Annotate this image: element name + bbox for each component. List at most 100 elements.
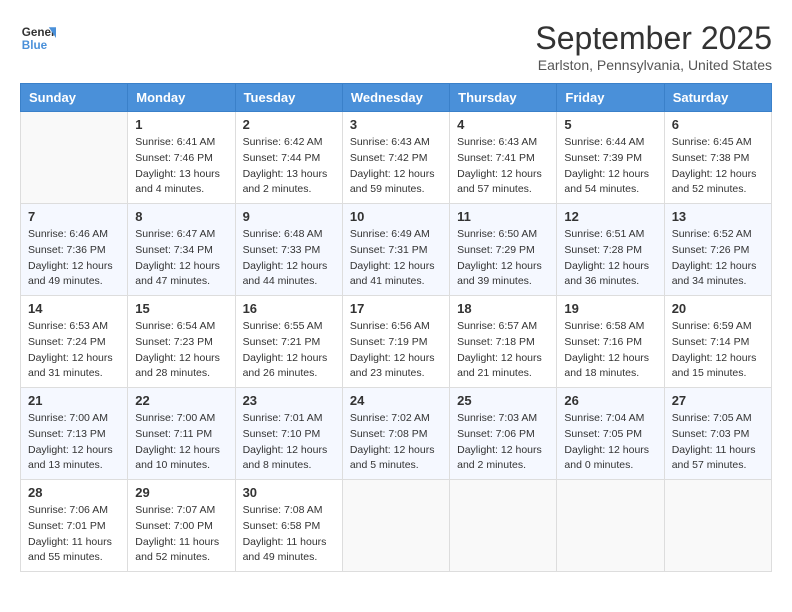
calendar-cell: 18 Sunrise: 6:57 AMSunset: 7:18 PMDayligh… [450,296,557,388]
calendar-cell [450,480,557,572]
day-number: 11 [457,209,549,224]
day-number: 6 [672,117,764,132]
calendar-cell: 16Sunrise: 6:55 AMSunset: 7:21 PMDayligh… [235,296,342,388]
month-title: September 2025 [535,20,772,57]
calendar-cell [557,480,664,572]
day-info: Sunrise: 7:05 AMSunset: 7:03 PMDaylight:… [672,411,764,474]
calendar-table: SundayMondayTuesdayWednesdayThursdayFrid… [20,83,772,572]
day-number: 29 [135,485,227,500]
calendar-cell: 30 Sunrise: 7:08 AMSunset: 6:58 PMDayligh… [235,480,342,572]
calendar-cell: 2Sunrise: 6:42 AMSunset: 7:44 PMDaylight… [235,112,342,204]
day-number: 12 [564,209,656,224]
title-block: September 2025 Earlston, Pennsylvania, U… [535,20,772,73]
calendar-cell [21,112,128,204]
calendar-cell: 24 Sunrise: 7:02 AMSunset: 7:08 PMDayligh… [342,388,449,480]
weekday-row: SundayMondayTuesdayWednesdayThursdayFrid… [21,84,772,112]
calendar-cell: 10 Sunrise: 6:49 AMSunset: 7:31 PMDayligh… [342,204,449,296]
day-info: Sunrise: 6:56 AMSunset: 7:19 PMDaylight:… [350,319,442,382]
day-info: Sunrise: 7:00 AMSunset: 7:13 PMDaylight:… [28,411,120,474]
day-info: Sunrise: 6:48 AMSunset: 7:33 PMDaylight:… [243,227,335,290]
day-info: Sunrise: 7:01 AMSunset: 7:10 PMDaylight:… [243,411,335,474]
day-info: Sunrise: 6:59 AMSunset: 7:14 PMDaylight:… [672,319,764,382]
day-info: Sunrise: 7:00 AMSunset: 7:11 PMDaylight:… [135,411,227,474]
day-number: 8 [135,209,227,224]
calendar-cell: 13Sunrise: 6:52 AMSunset: 7:26 PMDayligh… [664,204,771,296]
day-number: 5 [564,117,656,132]
day-number: 13 [672,209,764,224]
calendar-cell: 19 Sunrise: 6:58 AMSunset: 7:16 PMDayligh… [557,296,664,388]
day-info: Sunrise: 6:53 AMSunset: 7:24 PMDaylight:… [28,319,120,382]
calendar-cell: 29 Sunrise: 7:07 AMSunset: 7:00 PMDayligh… [128,480,235,572]
calendar-cell: 23 Sunrise: 7:01 AMSunset: 7:10 PMDayligh… [235,388,342,480]
calendar-cell: 6Sunrise: 6:45 AMSunset: 7:38 PMDaylight… [664,112,771,204]
calendar-cell: 21Sunrise: 7:00 AMSunset: 7:13 PMDayligh… [21,388,128,480]
day-number: 30 [243,485,335,500]
day-number: 17 [350,301,442,316]
calendar-cell: 3 Sunrise: 6:43 AMSunset: 7:42 PMDaylight… [342,112,449,204]
day-info: Sunrise: 6:49 AMSunset: 7:31 PMDaylight:… [350,227,442,290]
location-subtitle: Earlston, Pennsylvania, United States [535,57,772,73]
calendar-week-5: 28 Sunrise: 7:06 AMSunset: 7:01 PMDayligh… [21,480,772,572]
day-info: Sunrise: 6:57 AMSunset: 7:18 PMDaylight:… [457,319,549,382]
day-number: 19 [564,301,656,316]
day-number: 7 [28,209,120,224]
day-number: 25 [457,393,549,408]
day-number: 23 [243,393,335,408]
calendar-cell [342,480,449,572]
day-info: Sunrise: 6:50 AMSunset: 7:29 PMDaylight:… [457,227,549,290]
weekday-header-tuesday: Tuesday [235,84,342,112]
day-info: Sunrise: 7:07 AMSunset: 7:00 PMDaylight:… [135,503,227,566]
day-number: 24 [350,393,442,408]
day-number: 2 [243,117,335,132]
calendar-cell: 5 Sunrise: 6:44 AMSunset: 7:39 PMDaylight… [557,112,664,204]
logo-icon: General Blue [20,20,56,56]
calendar-week-4: 21Sunrise: 7:00 AMSunset: 7:13 PMDayligh… [21,388,772,480]
day-info: Sunrise: 6:58 AMSunset: 7:16 PMDaylight:… [564,319,656,382]
weekday-header-friday: Friday [557,84,664,112]
calendar-header: SundayMondayTuesdayWednesdayThursdayFrid… [21,84,772,112]
day-number: 18 [457,301,549,316]
svg-text:Blue: Blue [22,39,48,52]
calendar-cell: 20 Sunrise: 6:59 AMSunset: 7:14 PMDayligh… [664,296,771,388]
day-info: Sunrise: 7:08 AMSunset: 6:58 PMDaylight:… [243,503,335,566]
day-number: 22 [135,393,227,408]
calendar-cell: 27 Sunrise: 7:05 AMSunset: 7:03 PMDayligh… [664,388,771,480]
page-header: General Blue September 2025 Earlston, Pe… [20,20,772,73]
day-info: Sunrise: 7:04 AMSunset: 7:05 PMDaylight:… [564,411,656,474]
weekday-header-wednesday: Wednesday [342,84,449,112]
day-info: Sunrise: 6:41 AMSunset: 7:46 PMDaylight:… [135,135,227,198]
calendar-cell: 12 Sunrise: 6:51 AMSunset: 7:28 PMDayligh… [557,204,664,296]
day-number: 27 [672,393,764,408]
day-number: 15 [135,301,227,316]
calendar-body: 1Sunrise: 6:41 AMSunset: 7:46 PMDaylight… [21,112,772,572]
day-info: Sunrise: 6:54 AMSunset: 7:23 PMDaylight:… [135,319,227,382]
calendar-week-2: 7Sunrise: 6:46 AMSunset: 7:36 PMDaylight… [21,204,772,296]
day-info: Sunrise: 6:43 AMSunset: 7:42 PMDaylight:… [350,135,442,198]
day-number: 9 [243,209,335,224]
day-info: Sunrise: 6:43 AMSunset: 7:41 PMDaylight:… [457,135,549,198]
day-number: 10 [350,209,442,224]
calendar-cell: 15 Sunrise: 6:54 AMSunset: 7:23 PMDayligh… [128,296,235,388]
weekday-header-sunday: Sunday [21,84,128,112]
weekday-header-monday: Monday [128,84,235,112]
day-number: 26 [564,393,656,408]
calendar-cell: 7Sunrise: 6:46 AMSunset: 7:36 PMDaylight… [21,204,128,296]
day-info: Sunrise: 6:47 AMSunset: 7:34 PMDaylight:… [135,227,227,290]
day-number: 3 [350,117,442,132]
day-number: 28 [28,485,120,500]
calendar-cell: 28 Sunrise: 7:06 AMSunset: 7:01 PMDayligh… [21,480,128,572]
day-number: 20 [672,301,764,316]
calendar-cell [664,480,771,572]
day-number: 16 [243,301,335,316]
day-info: Sunrise: 6:44 AMSunset: 7:39 PMDaylight:… [564,135,656,198]
calendar-cell: 11 Sunrise: 6:50 AMSunset: 7:29 PMDayligh… [450,204,557,296]
day-info: Sunrise: 7:02 AMSunset: 7:08 PMDaylight:… [350,411,442,474]
calendar-cell: 17 Sunrise: 6:56 AMSunset: 7:19 PMDayligh… [342,296,449,388]
day-info: Sunrise: 7:06 AMSunset: 7:01 PMDaylight:… [28,503,120,566]
weekday-header-thursday: Thursday [450,84,557,112]
calendar-cell: 14Sunrise: 6:53 AMSunset: 7:24 PMDayligh… [21,296,128,388]
day-info: Sunrise: 6:51 AMSunset: 7:28 PMDaylight:… [564,227,656,290]
weekday-header-saturday: Saturday [664,84,771,112]
calendar-cell: 4Sunrise: 6:43 AMSunset: 7:41 PMDaylight… [450,112,557,204]
calendar-cell: 26 Sunrise: 7:04 AMSunset: 7:05 PMDayligh… [557,388,664,480]
